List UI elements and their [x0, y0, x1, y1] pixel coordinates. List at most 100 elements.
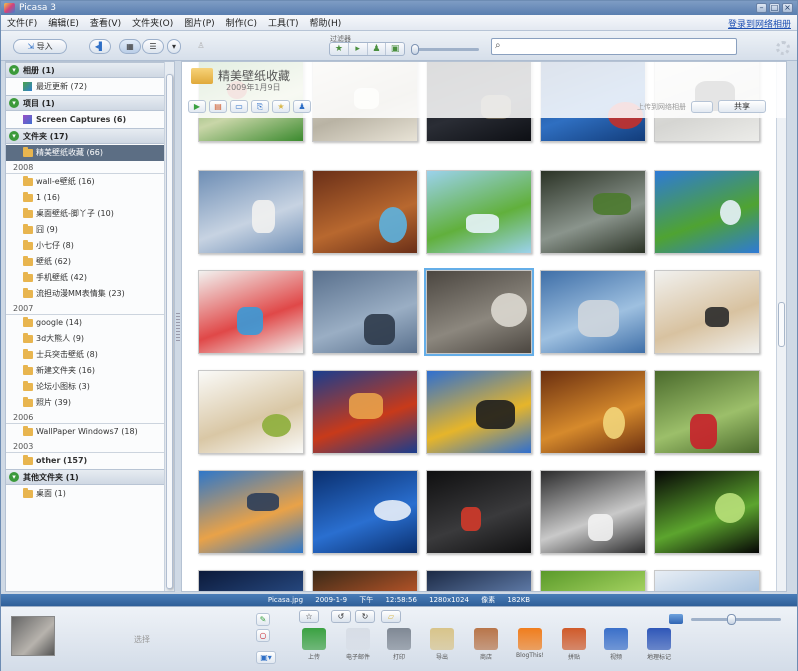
- menu-folder[interactable]: 文件夹(O): [132, 16, 173, 29]
- sidebar-folder-item[interactable]: 桌面 (1): [6, 486, 164, 502]
- photo-thumbnail-candy-faces[interactable]: [198, 270, 304, 354]
- photo-thumbnail-glasses-dog[interactable]: [654, 270, 760, 354]
- photo-thumbnail-silver-mouse[interactable]: [540, 470, 646, 554]
- photo-thumbnail-row6-b[interactable]: [312, 570, 418, 591]
- sidebar-scrollbar[interactable]: [164, 62, 174, 591]
- photo-thumbnail-happy-feet[interactable]: [426, 370, 532, 454]
- photo-thumbnail-dark-swirl[interactable]: [426, 470, 532, 554]
- search-box[interactable]: ⌕: [491, 38, 737, 55]
- sidebar-folder-item[interactable]: 论坛小图标 (3): [6, 379, 164, 395]
- video-filter-icon[interactable]: ▸: [349, 43, 368, 55]
- sidebar-folder-item[interactable]: 流担动漫MM表情集 (23): [6, 286, 164, 302]
- slideshow-back-button[interactable]: ◂▌: [89, 39, 111, 54]
- photo-thumbnail-red-car[interactable]: [654, 370, 760, 454]
- sidebar-section-header[interactable]: ▾ 其他文件夹 (1): [6, 469, 164, 485]
- thumbnail-size-slider[interactable]: [691, 614, 781, 625]
- export-icon[interactable]: ⎘: [251, 100, 269, 113]
- date-filter-slider[interactable]: [411, 44, 479, 55]
- photo-thumbnail-row6-d[interactable]: [540, 570, 646, 591]
- sidebar-folder-item[interactable]: 手机壁纸 (42): [6, 270, 164, 286]
- photo-thumbnail-apple-blue[interactable]: [312, 470, 418, 554]
- library-view-button[interactable]: ▦: [119, 39, 141, 54]
- sidebar-folder-item[interactable]: 小七仔 (8): [6, 238, 164, 254]
- slider-knob[interactable]: [727, 614, 736, 625]
- tray-action-blogger[interactable]: BlogThis!: [509, 628, 551, 659]
- people-button[interactable]: ♙: [190, 39, 212, 54]
- photo-thumbnail-row6-a[interactable]: [198, 570, 304, 591]
- photo-thumbnail-green-hill[interactable]: [654, 170, 760, 254]
- pane-divider[interactable]: [176, 313, 180, 343]
- photo-thumbnail-game-hero[interactable]: [198, 470, 304, 554]
- photo-thumbnail-orange-cheese[interactable]: [540, 370, 646, 454]
- tray-action-email[interactable]: 电子邮件: [337, 628, 379, 661]
- clear-tray-icon[interactable]: ○: [256, 629, 270, 642]
- people-icon[interactable]: ♟: [293, 100, 311, 113]
- sidebar-folder-item[interactable]: Screen Captures (6): [6, 112, 164, 128]
- star-toggle-icon[interactable]: ☆: [299, 610, 319, 623]
- menu-create[interactable]: 制作(C): [226, 16, 257, 29]
- tray-selected-thumb[interactable]: [11, 616, 55, 656]
- sidebar-section-header[interactable]: ▾ 文件夹 (17): [6, 128, 164, 144]
- menu-tools[interactable]: 工具(T): [268, 16, 299, 29]
- add-to-album-icon[interactable]: ▣▾: [256, 651, 276, 664]
- photo-thumbnail-green-island[interactable]: [426, 170, 532, 254]
- sidebar-folder-item[interactable]: google (14): [6, 315, 164, 331]
- menu-file[interactable]: 文件(F): [7, 16, 37, 29]
- collapse-toggle-icon[interactable]: ▾: [9, 98, 19, 108]
- sidebar-folder-item[interactable]: 最近更新 (72): [6, 79, 164, 95]
- tray-action-movie[interactable]: 视频: [595, 628, 637, 661]
- scrollbar-thumb[interactable]: [166, 74, 173, 589]
- tray-action-export[interactable]: 导出: [421, 628, 463, 661]
- menu-picture[interactable]: 图片(P): [184, 16, 214, 29]
- photo-thumbnail-green-streaks[interactable]: [654, 470, 760, 554]
- menu-view[interactable]: 查看(V): [90, 16, 121, 29]
- view-dropdown-button[interactable]: ▾: [167, 39, 181, 54]
- photo-thumbnail-robot-walle[interactable]: [312, 270, 418, 354]
- sidebar-section-header[interactable]: ▾ 项目 (1): [6, 95, 164, 111]
- sidebar-folder-item[interactable]: other (157): [6, 453, 164, 469]
- tray-action-geotag[interactable]: 地理标记: [638, 628, 680, 661]
- hold-pin-icon[interactable]: ✎: [256, 613, 270, 626]
- tray-action-upload[interactable]: 上传: [293, 628, 335, 661]
- sidebar-folder-item[interactable]: 3d大熊人 (9): [6, 331, 164, 347]
- sidebar-folder-item[interactable]: 1 (16): [6, 190, 164, 206]
- sidebar-folder-item[interactable]: WallPaper Windows7 (18): [6, 424, 164, 440]
- tray-action-shop[interactable]: 商店: [465, 628, 507, 661]
- sidebar-folder-item[interactable]: 壁纸 (62): [6, 254, 164, 270]
- face-filter-icon[interactable]: ♟: [368, 43, 387, 55]
- collage-icon[interactable]: ▤: [209, 100, 227, 113]
- list-view-button[interactable]: ☰: [142, 39, 164, 54]
- play-slideshow-icon[interactable]: ▶: [188, 100, 206, 113]
- import-button[interactable]: ⇲ 导入: [13, 39, 67, 54]
- slider-knob[interactable]: [411, 44, 419, 55]
- sidebar-folder-item[interactable]: 照片 (39): [6, 395, 164, 411]
- sidebar-section-header[interactable]: ▾ 相册 (1): [6, 62, 164, 78]
- rotate-right-icon[interactable]: ↻: [355, 610, 375, 623]
- star-icon[interactable]: ★: [272, 100, 290, 113]
- menu-help[interactable]: 帮助(H): [310, 16, 342, 29]
- photo-thumbnail-airplane-sky[interactable]: [540, 270, 646, 354]
- sidebar-folder-item[interactable]: 新建文件夹 (16): [6, 363, 164, 379]
- sidebar-folder-item[interactable]: 精美壁纸收藏 (66): [6, 145, 164, 161]
- tag-icon[interactable]: ▱: [381, 610, 401, 623]
- menu-edit[interactable]: 编辑(E): [48, 16, 79, 29]
- collapse-toggle-icon[interactable]: ▾: [9, 131, 19, 141]
- photo-thumbnail-red-cat[interactable]: [312, 370, 418, 454]
- minimize-icon[interactable]: –: [756, 3, 767, 13]
- share-button[interactable]: 共享: [718, 100, 766, 113]
- photo-thumbnail-planes-dark[interactable]: [424, 268, 534, 356]
- close-icon[interactable]: ×: [782, 3, 793, 13]
- thumbnail-scrollbar[interactable]: [776, 62, 786, 591]
- sidebar-folder-item[interactable]: 士兵突击壁纸 (8): [6, 347, 164, 363]
- movie-icon[interactable]: ▭: [230, 100, 248, 113]
- sign-in-link[interactable]: 登录到网络相册: [728, 17, 791, 30]
- geotag-filter-icon[interactable]: ▣: [386, 43, 404, 55]
- tray-action-collage[interactable]: 拼贴: [553, 628, 595, 661]
- photo-thumbnail-sphere-field[interactable]: [540, 170, 646, 254]
- sidebar-folder-item[interactable]: 桌面壁纸-脚丫子 (10): [6, 206, 164, 222]
- star-filter-icon[interactable]: ★: [330, 43, 349, 55]
- scrollbar-thumb[interactable]: [778, 302, 785, 347]
- tray-action-print[interactable]: 打印: [378, 628, 420, 661]
- maximize-icon[interactable]: □: [769, 3, 780, 13]
- collapse-toggle-icon[interactable]: ▾: [9, 65, 19, 75]
